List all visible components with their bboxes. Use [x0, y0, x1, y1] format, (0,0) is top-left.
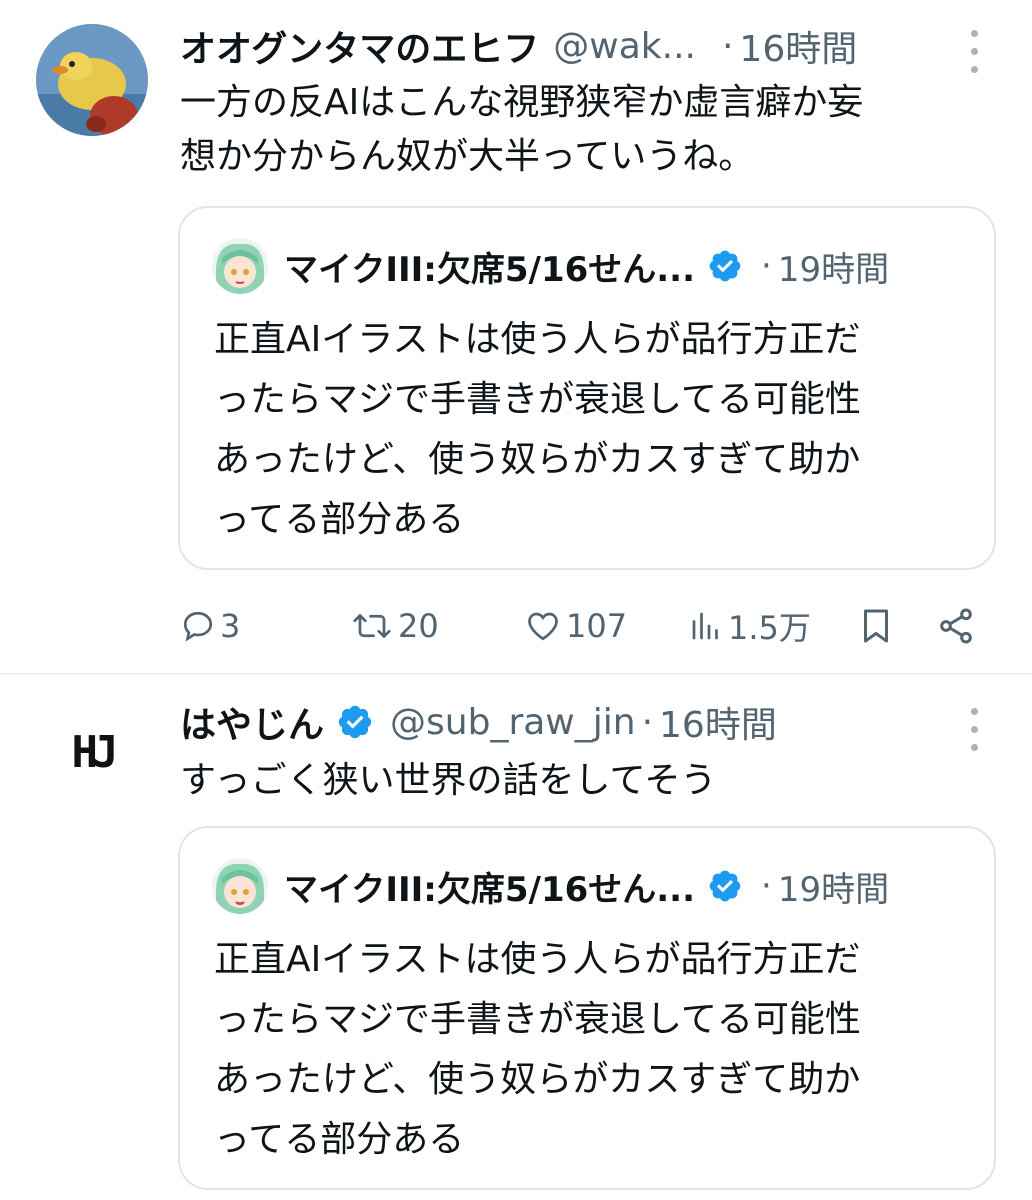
- quoted-user-avatar[interactable]: [212, 858, 268, 914]
- like-button[interactable]: 107: [524, 596, 627, 656]
- share-button[interactable]: [936, 596, 976, 656]
- verified-badge-icon: [338, 705, 372, 739]
- user-handle[interactable]: @wak...: [553, 26, 696, 67]
- reply-button[interactable]: 3: [180, 596, 240, 656]
- avatar-logo-text: HJ: [71, 726, 119, 778]
- separator-dot: ·: [761, 866, 772, 906]
- display-name[interactable]: オオグンタマのエヒフ: [180, 20, 539, 72]
- views-count: 1.5万: [728, 609, 811, 647]
- views-button[interactable]: 1.5万: [688, 596, 811, 656]
- tweet-actions: 3 20 107 1.5万: [0, 596, 1032, 656]
- reply-icon: [183, 611, 213, 642]
- quoted-timestamp[interactable]: 19時間: [778, 862, 889, 911]
- quoted-tweet[interactable]: マイクIII:欠席5/16せん... · 19時間 正直AIイラストは使う人らが…: [178, 826, 996, 1190]
- retweet-count: 20: [398, 607, 439, 645]
- tweet-1[interactable]: オオグンタマのエヒフ @wak... · 16時間 一方の反AIはこんな視野狭窄…: [0, 0, 1032, 674]
- tweet-header: はやじん @sub_raw_jin · 16時間: [180, 692, 777, 752]
- quoted-tweet-text: 正直AIイラストは使う人らが品行方正だ ったらマジで手書きが衰退してる可能性 あ…: [214, 319, 861, 540]
- anime-girl-avatar-icon: [212, 858, 268, 914]
- like-count: 107: [566, 607, 628, 645]
- tweet-text: すっごく狭い世界の話をしてそう: [180, 760, 717, 801]
- quoted-user-avatar[interactable]: [212, 238, 268, 294]
- heart-icon: [528, 612, 558, 641]
- quoted-timestamp[interactable]: 19時間: [778, 242, 889, 291]
- user-avatar[interactable]: [36, 24, 148, 136]
- share-icon: [940, 608, 972, 644]
- more-options-icon[interactable]: [960, 28, 990, 78]
- tweet-header: オオグンタマのエヒフ @wak... · 16時間: [180, 16, 857, 76]
- retweet-button[interactable]: 20: [350, 596, 439, 656]
- quoted-tweet-header: マイクIII:欠席5/16せん... · 19時間: [284, 856, 889, 916]
- user-avatar[interactable]: HJ: [36, 696, 148, 808]
- tweet-divider: [0, 673, 1032, 675]
- retweet-icon: [353, 614, 391, 638]
- quoted-tweet[interactable]: マイクIII:欠席5/16せん... · 19時間 正直AIイラストは使う人らが…: [178, 206, 996, 570]
- timestamp[interactable]: 16時間: [659, 696, 777, 748]
- reply-count: 3: [220, 607, 241, 645]
- chick-plush-avatar-icon: [36, 24, 148, 136]
- separator-dot: ·: [721, 25, 734, 67]
- separator-dot: ·: [641, 701, 654, 743]
- quoted-display-name[interactable]: マイクIII:欠席5/16せん...: [284, 862, 695, 911]
- separator-dot: ·: [761, 246, 772, 286]
- tweet-text: 一方の反AIはこんな視野狭窄か虚言癖か妄 想か分からん奴が大半っていうね。: [180, 82, 864, 177]
- quoted-tweet-header: マイクIII:欠席5/16せん... · 19時間: [284, 236, 889, 296]
- bookmark-button[interactable]: [858, 596, 894, 656]
- tweet-2[interactable]: HJ はやじん @sub_raw_jin · 16時間 すっごく狭い世界の話をし…: [0, 676, 1032, 1200]
- more-options-icon[interactable]: [960, 706, 990, 756]
- display-name[interactable]: はやじん: [180, 696, 324, 748]
- quoted-display-name[interactable]: マイクIII:欠席5/16せん...: [284, 242, 695, 291]
- anime-girl-avatar-icon: [212, 238, 268, 294]
- verified-badge-icon: [709, 250, 741, 282]
- verified-badge-icon: [709, 870, 741, 902]
- quoted-tweet-text: 正直AIイラストは使う人らが品行方正だ ったらマジで手書きが衰退してる可能性 あ…: [214, 939, 861, 1160]
- bookmark-icon: [864, 609, 888, 643]
- user-handle[interactable]: @sub_raw_jin: [390, 702, 636, 743]
- views-chart-icon: [692, 612, 718, 640]
- timestamp[interactable]: 16時間: [739, 20, 857, 72]
